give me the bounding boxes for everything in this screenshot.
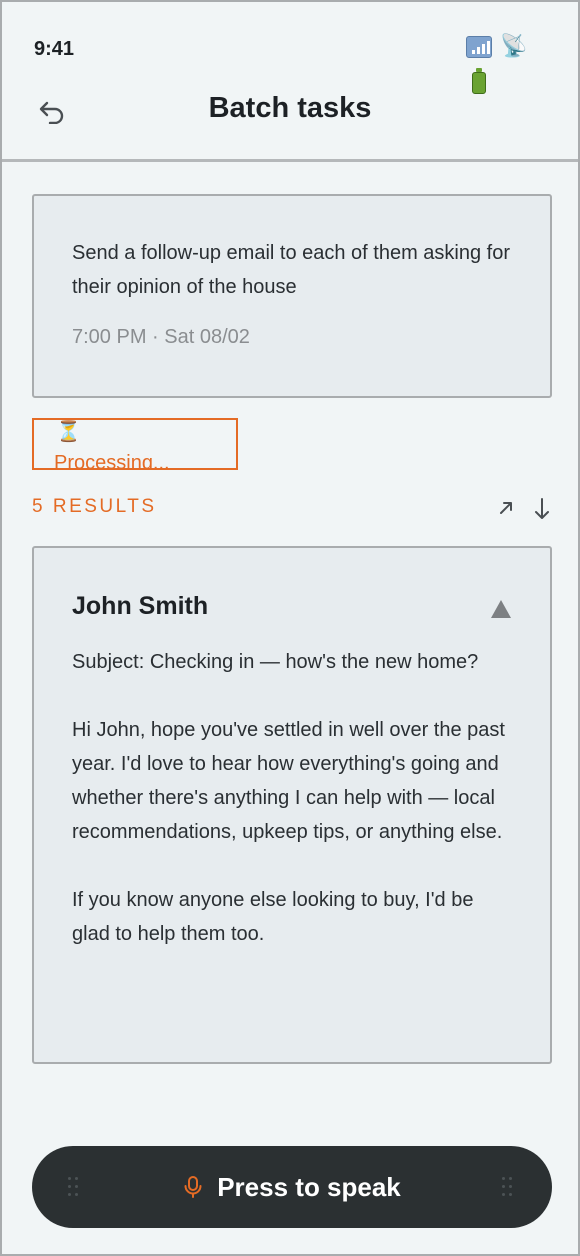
press-to-speak-button[interactable]: Press to speak xyxy=(32,1146,552,1228)
page-title: Batch tasks xyxy=(208,92,372,124)
battery-icon xyxy=(472,68,486,94)
signal-icon xyxy=(466,36,492,58)
email-body-paragraph: If you know anyone else looking to buy, … xyxy=(72,889,474,945)
results-actions xyxy=(496,494,552,522)
app-header: 9:41 📡 Batch tasks xyxy=(2,2,578,162)
email-subject: Subject: Checking in — how's the new hom… xyxy=(72,651,479,673)
email-body-paragraph: Hi John, hope you've settled in well ove… xyxy=(72,719,505,843)
collapse-button[interactable] xyxy=(490,598,512,620)
processing-status: ⏳ Processing... xyxy=(32,418,238,470)
hourglass-icon: ⏳ xyxy=(56,421,81,443)
results-count: 5 RESULTS xyxy=(32,496,157,517)
task-timestamp: 7:00 PM · Sat 08/02 xyxy=(72,326,250,348)
expand-arrow-icon[interactable] xyxy=(496,498,516,518)
grip-handle-right-icon xyxy=(502,1177,516,1197)
processing-label: Processing... xyxy=(54,452,170,470)
task-prompt-text: Send a follow-up email to each of them a… xyxy=(72,242,511,298)
speak-label: Press to speak xyxy=(217,1171,401,1202)
microphone-icon xyxy=(184,1176,202,1198)
satellite-icon: 📡 xyxy=(500,33,528,58)
task-prompt-card: Send a follow-up email to each of them a… xyxy=(32,194,552,398)
result-card[interactable]: John Smith Subject: Checking in — how's … xyxy=(32,546,552,1064)
download-arrow-icon[interactable] xyxy=(532,496,552,522)
status-time: 9:41 xyxy=(34,38,75,60)
recipient-name: John Smith xyxy=(72,592,209,620)
triangle-up-icon xyxy=(491,600,511,618)
results-toolbar: 5 RESULTS xyxy=(32,494,552,522)
grip-handle-left-icon xyxy=(68,1177,82,1197)
